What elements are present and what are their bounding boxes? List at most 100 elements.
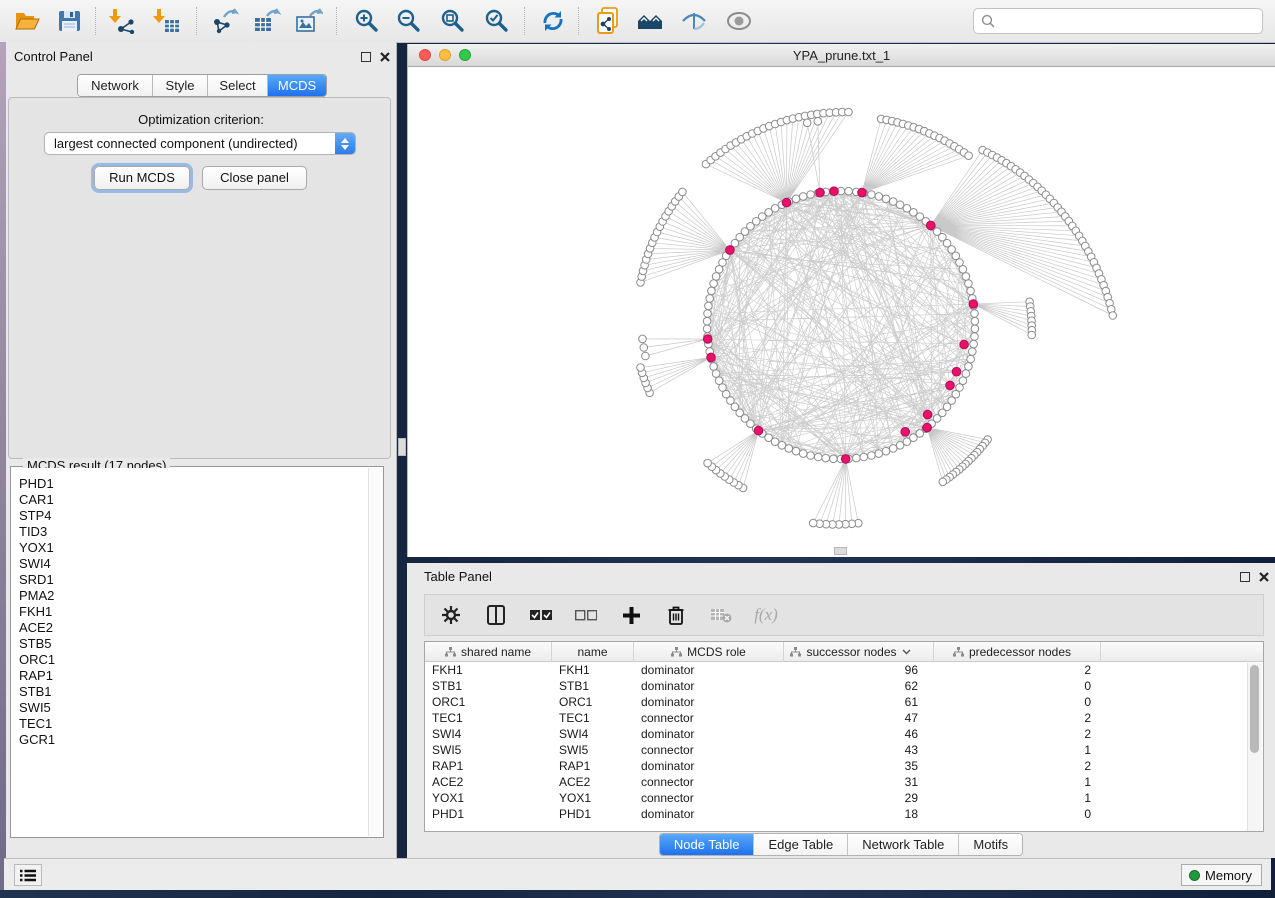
table-panel: Table Panel f(x) shared namenameMCDS rol… [407,563,1275,858]
tab-mcds[interactable]: MCDS [268,75,326,96]
float-panel-icon[interactable] [361,52,371,62]
column-settings-gear-icon[interactable] [439,603,463,627]
horizontal-splitter-handle[interactable] [834,547,847,555]
result-node: TEC1 [19,716,369,732]
network-title: YPA_prune.txt_1 [408,48,1275,63]
table-cell: 46 [784,727,934,741]
column-header-MCDS-role[interactable]: MCDS role [634,642,784,662]
panel-menu-button[interactable] [14,864,42,886]
table-row[interactable]: ACE2ACE2connector311 [425,774,1263,790]
table-row[interactable]: SWI5SWI5connector431 [425,742,1263,758]
tab-node-table[interactable]: Node Table [660,834,755,855]
table-cell: PHD1 [552,807,634,821]
table-scrollbar[interactable] [1247,663,1262,831]
network-window: YPA_prune.txt_1 [407,44,1275,557]
control-panel-tabs: NetworkStyleSelectMCDS [77,74,327,97]
column-header-predecessor-nodes[interactable]: predecessor nodes [934,642,1101,662]
save-session-icon[interactable] [54,6,84,36]
table-cell: connector [634,775,784,789]
control-panel: Control Panel NetworkStyleSelectMCDS Opt… [6,42,397,858]
float-panel-icon[interactable] [1240,572,1250,582]
export-network-icon[interactable] [210,6,240,36]
toolbar-separator [336,7,337,35]
tab-network[interactable]: Network [78,75,153,96]
close-panel-icon[interactable] [379,51,391,63]
toolbar-separator [95,7,96,35]
column-header-shared-name[interactable]: shared name [425,642,552,662]
first-neighbors-icon[interactable] [636,6,666,36]
table-cell: 61 [784,695,934,709]
table-cell: dominator [634,727,784,741]
table-cell: SWI5 [552,743,634,757]
search-input[interactable] [1000,11,1262,31]
table-cell: 2 [934,711,1101,725]
table-cell: ORC1 [425,695,552,709]
column-header-successor-nodes[interactable]: successor nodes [784,642,934,662]
table-cell: 0 [934,679,1101,693]
table-row[interactable]: RAP1RAP1dominator352 [425,758,1263,774]
memory-button[interactable]: Memory [1181,864,1262,886]
close-panel-icon[interactable] [1258,571,1270,583]
table-row[interactable]: PHD1PHD1dominator180 [425,806,1263,822]
mcds-result-list[interactable]: PHD1CAR1STP4TID3YOX1SWI4SRD1PMA2FKH1ACE2… [12,468,369,836]
table-cell: STB1 [425,679,552,693]
show-columns-icon[interactable] [484,603,508,627]
select-all-icon[interactable] [529,603,553,627]
result-node: STB1 [19,684,369,700]
import-table-icon[interactable] [152,6,182,36]
hide-panel-eye-icon[interactable] [679,6,709,36]
zoom-in-icon[interactable] [352,6,382,36]
table-cell: 62 [784,679,934,693]
criterion-select[interactable]: largest connected component (undirected) [44,132,356,155]
new-network-from-selection-icon[interactable] [594,6,624,36]
table-cell: connector [634,743,784,757]
search-box [973,8,1263,34]
toolbar-separator [578,7,579,35]
tab-style[interactable]: Style [153,75,208,96]
table-cell: YOX1 [425,791,552,805]
result-node: GCR1 [19,732,369,748]
open-file-icon[interactable] [12,6,42,36]
table-cell: 35 [784,759,934,773]
zoom-fit-icon[interactable] [438,6,468,36]
table-row[interactable]: YOX1YOX1connector291 [425,790,1263,806]
zoom-out-icon[interactable] [394,6,424,36]
column-header-name[interactable]: name [552,642,634,662]
table-cell: ORC1 [552,695,634,709]
column-label: MCDS role [687,645,746,659]
table-cell: 47 [784,711,934,725]
table-cell: dominator [634,759,784,773]
vertical-splitter-handle[interactable] [398,438,406,456]
column-type-icon [671,647,682,657]
tab-motifs[interactable]: Motifs [959,834,1022,855]
close-panel-button[interactable]: Close panel [202,166,307,190]
table-row[interactable]: STB1STB1dominator620 [425,678,1263,694]
table-scrollbar-thumb[interactable] [1250,665,1259,753]
add-column-icon[interactable] [619,603,643,627]
table-cell: ACE2 [425,775,552,789]
delete-column-icon[interactable] [664,603,688,627]
run-mcds-button[interactable]: Run MCDS [94,166,190,190]
memory-label: Memory [1205,868,1252,883]
refresh-icon[interactable] [538,6,568,36]
table-cell: dominator [634,679,784,693]
tab-edge-table[interactable]: Edge Table [754,834,848,855]
zoom-selected-icon[interactable] [482,6,512,36]
list-icon [20,869,36,882]
table-cell: TEC1 [425,711,552,725]
export-table-icon[interactable] [252,6,282,36]
table-row[interactable]: ORC1ORC1dominator610 [425,694,1263,710]
sort-desc-icon [902,649,911,655]
network-canvas[interactable] [408,67,1275,557]
control-panel-title: Control Panel [14,49,93,64]
unselect-all-icon[interactable] [574,603,598,627]
tab-select[interactable]: Select [208,75,268,96]
show-panel-eye-icon[interactable] [724,6,754,36]
tab-network-table[interactable]: Network Table [848,834,959,855]
table-row[interactable]: FKH1FKH1dominator962 [425,662,1263,678]
result-scrollbar[interactable] [368,468,382,836]
import-network-icon[interactable] [108,6,138,36]
export-image-icon[interactable] [294,6,324,36]
table-row[interactable]: TEC1TEC1connector472 [425,710,1263,726]
table-row[interactable]: SWI4SWI4dominator462 [425,726,1263,742]
